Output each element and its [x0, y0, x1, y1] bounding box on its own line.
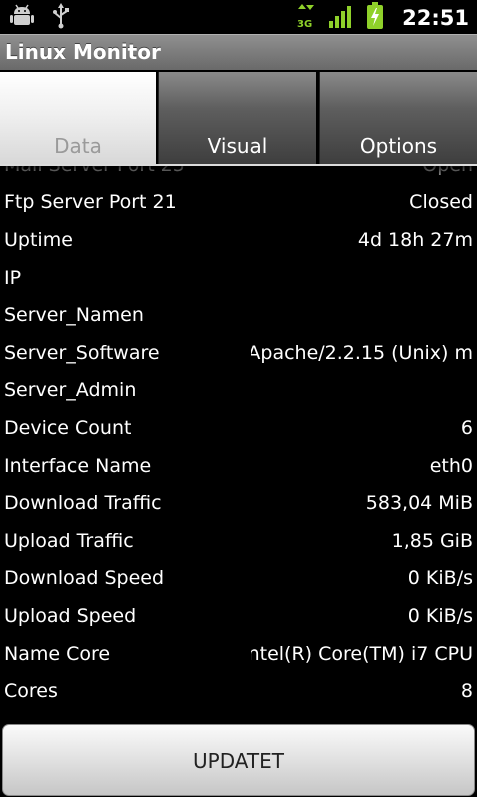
row-value: Open: [422, 166, 473, 176]
app-screen: 3G 22:51 Linux Monitor Data Visual Optio…: [0, 0, 477, 797]
list-item: Mail Server Port 25 Open: [0, 166, 477, 184]
row-value: 8: [461, 680, 473, 702]
row-value-text: Intel(R) Core(TM) i7 CPU: [251, 642, 473, 665]
list-item: Download Traffic 583,04 MiB: [0, 484, 477, 522]
list-item: Interface Name eth0: [0, 447, 477, 485]
row-key: Download Traffic: [4, 492, 162, 515]
row-value-text: eth0: [429, 454, 473, 477]
row-key: Server_Software: [4, 341, 160, 364]
row-value-text: 6: [460, 416, 473, 439]
list-item: IP: [0, 259, 477, 297]
list-item: Name Core Intel(R) Core(TM) i7 CPU: [0, 635, 477, 673]
row-value: eth0: [430, 455, 473, 477]
row-value-text: 0 KiB/s: [407, 604, 473, 627]
row-key: Interface Name: [4, 454, 152, 477]
clock: 22:51: [402, 6, 469, 30]
row-key: Server_Namen: [4, 304, 144, 327]
row-key: Device Count: [4, 416, 132, 439]
row-value-text: Open: [422, 166, 473, 176]
row-key: Mail Server Port 25: [4, 166, 185, 176]
data-list: Mail Server Port 25 Open Ftp Server Port 2…: [0, 166, 477, 710]
data-list-scroll[interactable]: Mail Server Port 25 Open Ftp Server Port 2…: [0, 166, 477, 722]
row-value-text: 583,04 MiB: [365, 492, 473, 515]
row-key: Cores: [4, 680, 58, 703]
list-item: Server_Admin: [0, 372, 477, 410]
row-value: 0 KiB/s: [408, 605, 473, 627]
list-item: Ftp Server Port 21 Closed: [0, 184, 477, 222]
update-button[interactable]: UPDATET: [2, 724, 475, 796]
tab-data[interactable]: Data: [0, 72, 156, 164]
row-key: Upload Speed: [4, 604, 137, 627]
row-value: 0 KiB/s: [408, 567, 473, 589]
row-value-text: 4d 18h 27m: [357, 228, 473, 251]
row-key: Server_Admin: [4, 379, 137, 402]
list-item: Device Count 6: [0, 409, 477, 447]
row-value: Closed: [409, 191, 473, 213]
list-item: Uptime 4d 18h 27m: [0, 221, 477, 259]
tab-options[interactable]: Options: [319, 72, 477, 164]
row-key: Download Speed: [4, 567, 165, 590]
status-left-icons: [10, 3, 70, 33]
list-item: Server_Software Apache/2.2.15 (Unix) m: [0, 334, 477, 372]
status-bar: 3G 22:51: [0, 0, 477, 34]
list-item: Upload Traffic 1,85 GiB: [0, 522, 477, 560]
row-key: Name Core: [4, 642, 111, 665]
row-value: 4d 18h 27m: [358, 229, 473, 251]
svg-text:3G: 3G: [297, 19, 312, 30]
status-right-icons: 3G 22:51: [296, 2, 469, 34]
row-value-text: 0 KiB/s: [407, 567, 473, 590]
row-value-text: 1,85 GiB: [391, 529, 473, 552]
row-value: Intel(R) Core(TM) i7 CPU: [251, 643, 473, 665]
app-title: Linux Monitor: [5, 40, 161, 64]
row-key: Upload Traffic: [4, 529, 134, 552]
row-key: Ftp Server Port 21: [4, 191, 177, 214]
row-value: Apache/2.2.15 (Unix) m: [251, 342, 473, 364]
android-debug-icon: [10, 3, 34, 33]
tab-visual[interactable]: Visual: [158, 72, 316, 164]
update-button-label: UPDATET: [193, 749, 284, 773]
tab-bar: Data Visual Options: [0, 70, 477, 166]
row-value-text: 8: [460, 680, 473, 703]
row-key: IP: [4, 266, 22, 289]
button-area: UPDATET: [0, 722, 477, 797]
list-item: Upload Speed 0 KiB/s: [0, 597, 477, 635]
data-3g-icon: 3G: [296, 2, 316, 34]
tab-data-label: Data: [54, 134, 102, 158]
row-key: Uptime: [4, 228, 73, 251]
title-bar: Linux Monitor: [0, 34, 477, 70]
battery-charging-icon: [366, 2, 384, 34]
row-value: 1,85 GiB: [392, 530, 473, 552]
list-item: Cores 8: [0, 672, 477, 710]
row-value: 583,04 MiB: [366, 492, 473, 514]
signal-icon: [328, 3, 354, 33]
row-value: 6: [461, 417, 473, 439]
list-item: Server_Namen: [0, 296, 477, 334]
tab-options-label: Options: [359, 134, 438, 158]
tab-visual-label: Visual: [207, 134, 268, 158]
row-value-text: Apache/2.2.15 (Unix) m: [251, 341, 473, 364]
row-value-text: Closed: [409, 191, 473, 214]
usb-icon: [52, 3, 70, 33]
list-item: Download Speed 0 KiB/s: [0, 560, 477, 598]
